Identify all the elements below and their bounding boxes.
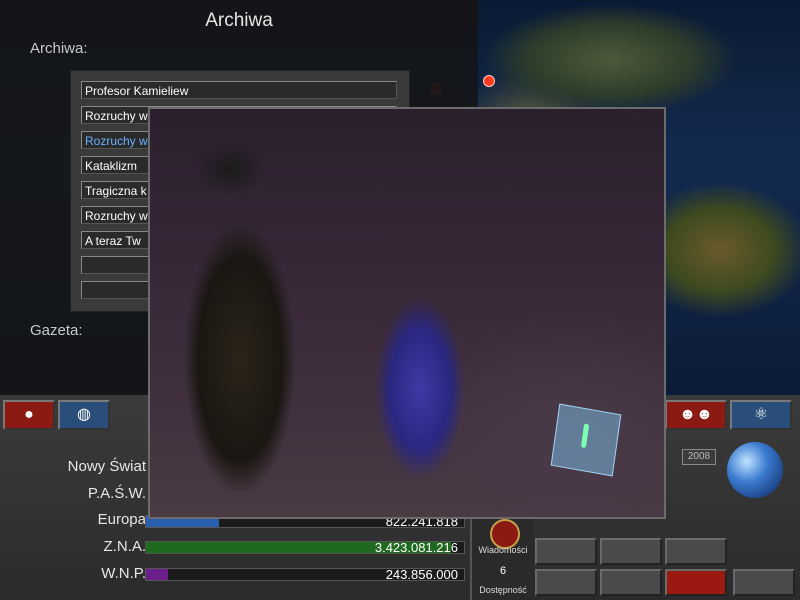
news-video[interactable] <box>148 107 666 519</box>
stat-bar-fill-wnp <box>146 569 169 580</box>
globe-icon[interactable]: ◍ <box>58 400 110 430</box>
action-tile-4[interactable] <box>535 569 597 596</box>
action-tile-1[interactable] <box>535 538 597 565</box>
action-tile-7[interactable] <box>733 569 795 596</box>
stat-label-wnp: W.N.P. <box>101 565 146 582</box>
stat-value-zna: 3.423.081.216 <box>374 540 458 555</box>
archive-section-label: Archiwa: <box>30 40 88 57</box>
availability-label: Dostępność <box>479 585 527 595</box>
action-tile-5[interactable] <box>600 569 662 596</box>
stat-label-europa: Europa <box>97 511 146 528</box>
stat-value-wnp: 243.856.000 <box>385 567 458 582</box>
action-tile-6[interactable] <box>665 569 727 596</box>
archive-item-1[interactable]: Profesor Kamieliew <box>81 81 397 99</box>
availability-value: 6 <box>499 565 507 577</box>
gazette-label: Gazeta: <box>30 322 83 339</box>
cube-icon <box>550 403 622 477</box>
map-marker-active[interactable] <box>483 75 495 87</box>
news-panel: Wiadomości 6 Dostępność <box>470 515 534 600</box>
stat-bar-wnp: 243.856.000 <box>145 567 465 582</box>
action-tile-2[interactable] <box>600 538 662 565</box>
stat-label-nowy-swiat: Nowy Świat <box>67 458 146 475</box>
action-tile-3[interactable] <box>665 538 727 565</box>
news-label[interactable]: Wiadomości <box>472 545 534 555</box>
people-icon[interactable]: ☻☻ <box>665 400 727 430</box>
stat-bar-zna: 3.423.081.216 <box>145 540 465 555</box>
stat-label-zna: Z.N.A. <box>103 538 146 555</box>
year-display: 2008 <box>682 449 716 465</box>
archive-title: Archiwa <box>205 10 273 31</box>
earth-icon[interactable] <box>727 442 783 498</box>
stat-label-pasw: P.A.Ś.W. <box>87 485 146 502</box>
earth-red-icon[interactable]: ● <box>3 400 55 430</box>
atom-icon[interactable]: ⚛ <box>730 400 792 430</box>
